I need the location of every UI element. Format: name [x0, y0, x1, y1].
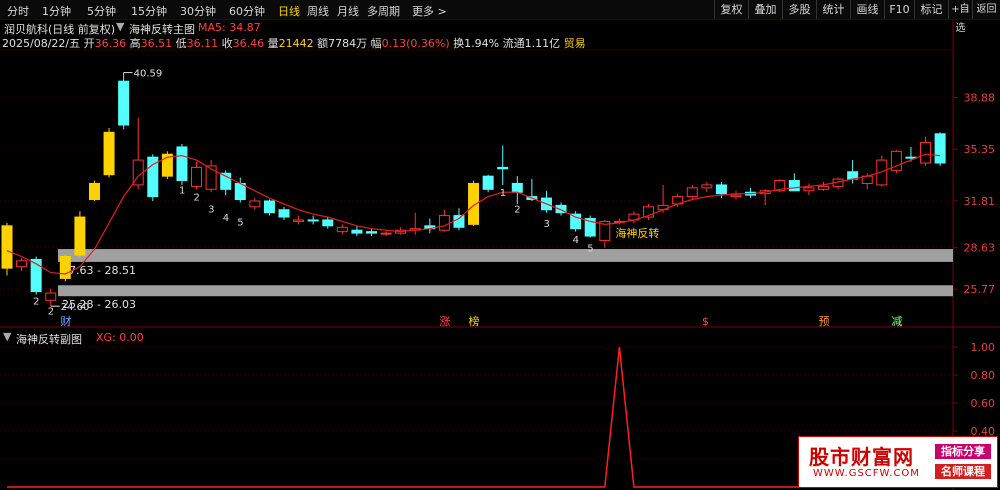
- candle-body: [511, 182, 523, 193]
- candle-body: [307, 219, 319, 222]
- count-mark: 1: [179, 185, 185, 196]
- candle-body: [570, 213, 582, 230]
- watermark-logo: 股市财富网 WWW.GSCFW.COM 指标分享 名师课程: [798, 436, 998, 488]
- watermark-title: 股市财富网: [809, 445, 914, 469]
- count-mark: 2: [194, 193, 200, 204]
- count-mark: 2: [33, 296, 39, 307]
- candle-body: [278, 209, 290, 218]
- event-mark: 预: [818, 315, 829, 328]
- sub-y-tick-label: 0.60: [971, 397, 996, 410]
- candle-body: [263, 200, 275, 214]
- candle-body: [88, 182, 100, 201]
- event-mark: $: [702, 315, 709, 328]
- candle-body: [351, 229, 363, 234]
- count-mark: 4: [573, 235, 579, 246]
- y-tick-label: 31.81: [964, 195, 996, 208]
- candle-body: [934, 133, 946, 164]
- candle-body: [16, 260, 28, 268]
- candle-body: [905, 156, 917, 159]
- candle-body: [920, 142, 932, 164]
- count-mark: 4: [223, 213, 229, 224]
- event-mark: 涨: [439, 315, 450, 328]
- candle-body: [803, 187, 815, 192]
- count-mark: 5: [587, 244, 593, 255]
- candle-body: [191, 166, 203, 187]
- candle-body: [366, 231, 377, 234]
- candle-body: [45, 292, 57, 301]
- candle-body: [176, 146, 188, 182]
- candle-body: [74, 216, 86, 256]
- signal-label: 海神反转: [615, 226, 659, 240]
- candle-body: [657, 204, 669, 211]
- price-band: [58, 285, 953, 297]
- candle-body: [788, 180, 800, 192]
- count-mark: 1: [500, 188, 506, 199]
- candle-body: [453, 215, 465, 228]
- y-tick-label: 38.88: [964, 92, 996, 105]
- count-mark: 3: [543, 219, 549, 230]
- y-tick-label: 35.35: [964, 143, 996, 156]
- candle-body: [322, 219, 334, 227]
- candle-body: [817, 185, 829, 190]
- annotation-label: 24.60: [61, 302, 90, 313]
- candle-body: [293, 219, 305, 222]
- event-mark: 财: [60, 314, 71, 328]
- candle-body: [118, 80, 130, 126]
- candle-body: [249, 200, 261, 208]
- candle-body: [482, 175, 494, 190]
- candle-body: [497, 166, 509, 170]
- event-mark: 减: [891, 315, 902, 328]
- candle-body: [686, 187, 698, 198]
- count-mark: 5: [237, 217, 243, 228]
- y-tick-label: 25.77: [964, 283, 996, 296]
- count-mark: 2: [514, 204, 520, 215]
- y-tick-label: 28.63: [964, 241, 996, 254]
- watermark-url: WWW.GSCFW.COM: [813, 468, 920, 479]
- candle-body: [730, 194, 742, 198]
- annotation-label: 40.59: [134, 69, 163, 80]
- kline-chart[interactable]: 38.8835.3531.8128.6325.77 27.63 - 28.512…: [0, 0, 1000, 490]
- event-mark: 榜: [469, 314, 480, 328]
- count-mark: 2: [48, 307, 54, 318]
- price-band: [58, 249, 953, 262]
- candle-body: [1, 225, 13, 269]
- watermark-tag-share: 指标分享: [935, 444, 991, 459]
- candle-body: [438, 215, 450, 231]
- candle-body: [336, 226, 348, 233]
- count-mark: 3: [208, 204, 214, 215]
- candle-body: [701, 184, 713, 189]
- watermark-tag-course: 名师课程: [935, 464, 991, 479]
- candle-body: [715, 184, 727, 195]
- sub-y-tick-label: 1.00: [971, 341, 996, 354]
- candle-body: [103, 131, 115, 176]
- candle-body: [380, 232, 392, 235]
- candle-body: [59, 255, 71, 279]
- sub-y-tick-label: 0.80: [971, 369, 996, 382]
